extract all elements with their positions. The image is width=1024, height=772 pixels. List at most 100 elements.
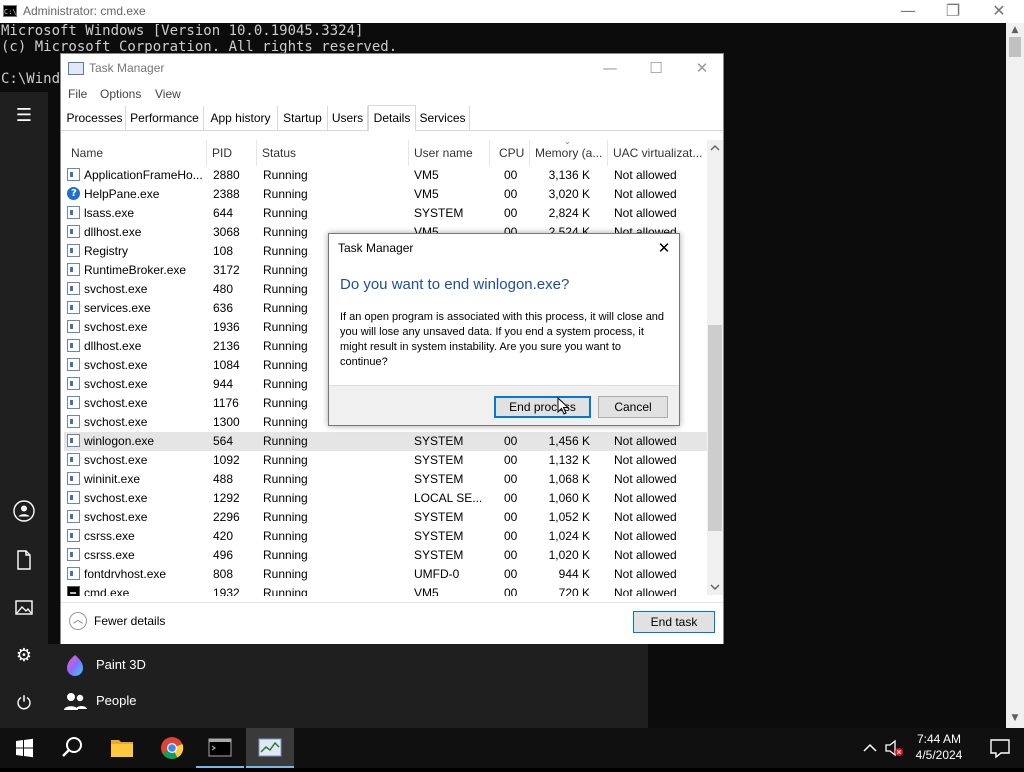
tab-processes[interactable]: Processes: [64, 106, 126, 131]
dialog-close-button[interactable]: ✕: [654, 238, 674, 258]
cell-status: Running: [263, 358, 308, 372]
table-row[interactable]: svchost.exe 2296 Running SYSTEM 00 1,052 K Not…: [64, 508, 707, 527]
process-icon: [67, 548, 80, 561]
column-header-uac[interactable]: UAC virtualizat...: [608, 140, 708, 166]
people-icon: [62, 689, 88, 715]
end-process-button[interactable]: End process: [494, 396, 591, 418]
column-header-memory[interactable]: Memory (a... ⌄: [530, 140, 608, 166]
cmd-scroll-thumb[interactable]: [1009, 37, 1021, 57]
menu-view[interactable]: View: [155, 87, 181, 101]
column-header-pid[interactable]: PID: [207, 140, 257, 166]
cell-uac: Not allowed: [614, 510, 677, 524]
cell-memory: 1,020 K: [548, 548, 590, 562]
cell-status: Running: [263, 377, 308, 391]
cell-user: SYSTEM: [414, 434, 464, 448]
cell-name: Registry: [84, 244, 129, 258]
process-icon: [67, 206, 80, 219]
column-header-status[interactable]: Status: [257, 140, 409, 166]
cmd-app-icon: C:\: [3, 5, 17, 17]
tm-minimize-button[interactable]: —: [587, 56, 633, 82]
mouse-cursor-icon: [557, 397, 569, 415]
table-row[interactable]: csrss.exe 496 Running SYSTEM 00 1,020 K Not al…: [64, 546, 707, 565]
cell-name: dllhost.exe: [84, 225, 142, 239]
task-manager-taskbar-button[interactable]: [246, 728, 294, 768]
hamburger-icon[interactable]: ☰: [12, 104, 36, 128]
tab-startup[interactable]: Startup: [278, 106, 328, 131]
process-icon: [67, 396, 80, 409]
process-table-scroll-thumb[interactable]: [708, 325, 722, 531]
table-row[interactable]: svchost.exe 1092 Running SYSTEM 00 1,132 K Not…: [64, 451, 707, 470]
search-button[interactable]: [48, 728, 96, 768]
tab-performance[interactable]: Performance: [126, 106, 204, 131]
cell-uac: Not allowed: [614, 491, 677, 505]
documents-icon[interactable]: [12, 548, 36, 572]
start-app-list: Paint 3D People: [48, 644, 648, 728]
cmd-minimize-button[interactable]: —: [885, 0, 931, 23]
scroll-down-arrow-icon[interactable]: ▼: [1006, 713, 1024, 723]
process-icon: [67, 168, 80, 181]
chrome-button[interactable]: [148, 728, 196, 768]
cmd-taskbar-button[interactable]: [196, 728, 244, 768]
scroll-up-arrow-icon[interactable]: ▲: [1006, 25, 1024, 35]
tm-maximize-button[interactable]: ☐: [633, 56, 679, 82]
cmd-scrollbar[interactable]: ▲ ▼: [1006, 23, 1024, 728]
cell-uac: Not allowed: [614, 206, 677, 220]
table-row-selected[interactable]: winlogon.exe 564 Running SYSTEM 00 1,456 K Not…: [64, 432, 707, 451]
cmd-maximize-button[interactable]: ❐: [930, 0, 976, 23]
user-icon[interactable]: [12, 499, 36, 523]
clock[interactable]: 7:44 AM 4/5/2024: [906, 731, 972, 763]
table-row[interactable]: csrss.exe 420 Running SYSTEM 00 1,024 K Not al…: [64, 527, 707, 546]
table-row[interactable]: svchost.exe 1292 Running LOCAL SE... 00 1,060…: [64, 489, 707, 508]
scroll-up-arrow-icon[interactable]: [710, 144, 720, 152]
table-row[interactable]: ApplicationFrameHo... 2880 Running VM5 00 3,1…: [64, 166, 707, 185]
cancel-button[interactable]: Cancel: [598, 396, 668, 418]
table-row[interactable]: fontdrvhost.exe 808 Running UMFD-0 00 944 K No…: [64, 565, 707, 584]
end-task-button[interactable]: End task: [633, 611, 715, 633]
column-header-cpu[interactable]: CPU: [490, 140, 530, 166]
file-explorer-button[interactable]: [98, 728, 146, 768]
notifications-icon[interactable]: [976, 728, 1024, 768]
show-hidden-icons[interactable]: [858, 728, 882, 768]
tab-details[interactable]: Details: [368, 105, 416, 132]
menu-file[interactable]: File: [68, 87, 87, 101]
task-manager-title-bar[interactable]: Task Manager — ☐ ✕: [61, 54, 723, 84]
cell-status: Running: [263, 263, 308, 277]
tab-services[interactable]: Services: [416, 106, 470, 131]
tm-close-button[interactable]: ✕: [679, 56, 725, 82]
cell-name: svchost.exe: [84, 510, 148, 524]
volume-muted-icon[interactable]: [882, 728, 906, 768]
tab-users[interactable]: Users: [328, 106, 368, 131]
cmd-title-bar[interactable]: C:\ Administrator: cmd.exe — ❐ ✕: [0, 0, 1024, 23]
menu-options[interactable]: Options: [100, 87, 141, 101]
cell-user: UMFD-0: [414, 567, 460, 581]
cell-status: Running: [263, 567, 308, 581]
table-row[interactable]: HelpPane.exe 2388 Running VM5 00 3,020 K Not a…: [64, 185, 707, 204]
table-row[interactable]: lsass.exe 644 Running SYSTEM 00 2,824 K Not al…: [64, 204, 707, 223]
table-row[interactable]: cmd.exe 1932 Running VM5 00 720 K Not allowed: [64, 584, 707, 596]
table-row[interactable]: wininit.exe 488 Running SYSTEM 00 1,068 K Not …: [64, 470, 707, 489]
power-icon[interactable]: ⏻: [12, 692, 36, 716]
cell-uac: Not allowed: [614, 529, 677, 543]
tab-strip: Processes Performance App history Startu…: [61, 105, 723, 132]
column-header-name[interactable]: Name: [64, 140, 207, 166]
column-header-user-name[interactable]: User name: [409, 140, 490, 166]
tab-app-history[interactable]: App history: [204, 106, 278, 131]
cell-user: LOCAL SE...: [414, 491, 483, 505]
settings-icon[interactable]: ⚙: [12, 644, 36, 668]
cell-memory: 1,132 K: [548, 453, 590, 467]
cell-user: VM5: [414, 586, 439, 596]
cell-status: Running: [263, 225, 308, 239]
cell-status: Running: [263, 415, 308, 429]
scroll-down-arrow-icon[interactable]: [710, 583, 720, 591]
cell-cpu: 00: [504, 510, 518, 524]
cell-status: Running: [263, 206, 308, 220]
taskbar: 7:44 AM 4/5/2024: [0, 728, 1024, 768]
process-icon: [67, 453, 80, 466]
pictures-icon[interactable]: [12, 596, 36, 620]
cell-pid: 496: [213, 548, 234, 562]
process-table-scrollbar[interactable]: [707, 140, 723, 595]
start-button[interactable]: [0, 728, 48, 768]
cell-name: dllhost.exe: [84, 339, 142, 353]
cell-status: Running: [263, 548, 308, 562]
cmd-close-button[interactable]: ✕: [976, 0, 1022, 23]
